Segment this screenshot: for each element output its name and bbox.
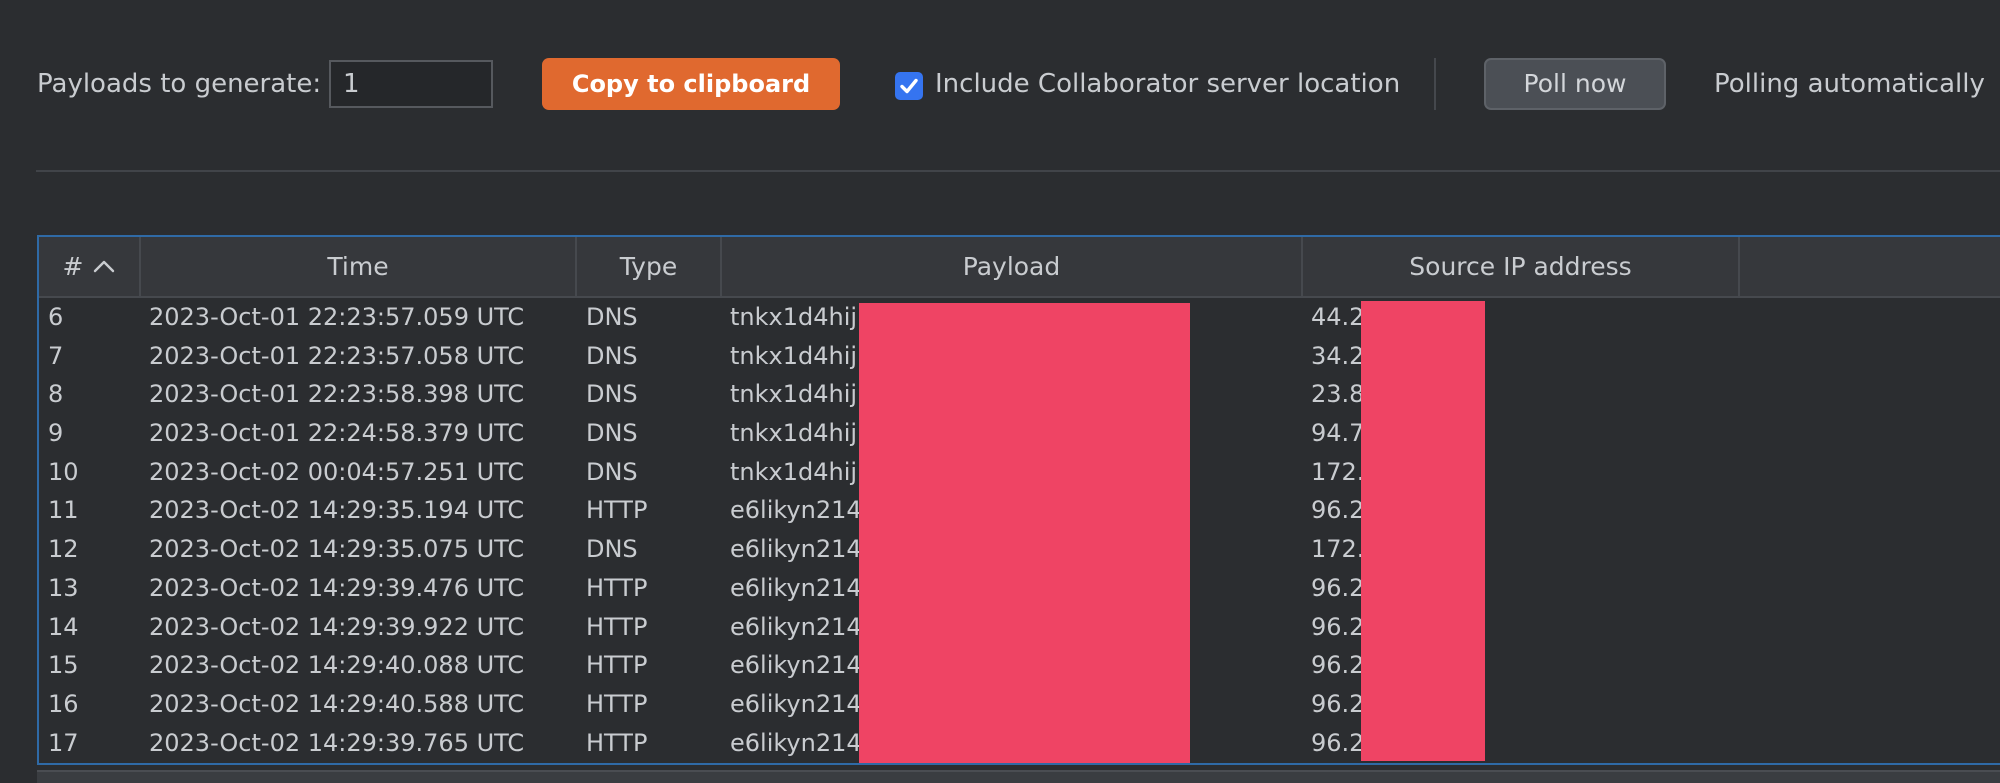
cell-type: HTTP (586, 496, 648, 525)
cell-type: DNS (586, 457, 638, 486)
cell-time: 2023-Oct-02 00:04:57.251 UTC (149, 457, 525, 486)
cell-time: 2023-Oct-01 22:23:57.058 UTC (149, 341, 525, 370)
interactions-table[interactable]: # Time Type Payload Source IP address 6 2… (37, 235, 2000, 765)
cell-time: 2023-Oct-02 14:29:39.765 UTC (149, 728, 525, 757)
cell-type: HTTP (586, 612, 648, 641)
cell-number: 6 (48, 303, 64, 331)
cell-time: 2023-Oct-02 14:29:40.588 UTC (149, 689, 525, 718)
cell-time: 2023-Oct-01 22:23:57.059 UTC (149, 303, 525, 331)
divider (36, 170, 2000, 172)
column-header-extra (1740, 237, 2000, 296)
cell-type: HTTP (586, 573, 648, 602)
cell-time: 2023-Oct-01 22:24:58.379 UTC (149, 419, 525, 448)
column-header-number[interactable]: # (39, 237, 141, 296)
cell-time: 2023-Oct-02 14:29:39.922 UTC (149, 612, 525, 641)
cell-number: 14 (48, 612, 79, 641)
collaborator-panel: Payloads to generate: Copy to clipboard … (0, 0, 2000, 783)
cell-type: DNS (586, 341, 638, 370)
cell-time: 2023-Oct-02 14:29:35.075 UTC (149, 535, 525, 564)
cell-number: 11 (48, 496, 79, 525)
cell-number: 7 (48, 341, 64, 370)
polling-status: Polling automatically (1714, 69, 1985, 99)
column-header-type[interactable]: Type (577, 237, 722, 296)
cell-number: 8 (48, 380, 64, 409)
cell-type: HTTP (586, 651, 648, 680)
cell-number: 9 (48, 419, 64, 448)
column-header-label: Time (327, 252, 389, 281)
cell-number: 12 (48, 535, 79, 564)
horizontal-scrollbar[interactable] (37, 770, 2000, 783)
column-header-label: Payload (962, 252, 1061, 281)
cell-time: 2023-Oct-02 14:29:40.088 UTC (149, 651, 525, 680)
copy-to-clipboard-button[interactable]: Copy to clipboard (542, 58, 840, 110)
poll-now-button[interactable]: Poll now (1484, 58, 1666, 110)
cell-number: 15 (48, 651, 79, 680)
cell-type: DNS (586, 419, 638, 448)
cell-time: 2023-Oct-01 22:23:58.398 UTC (149, 380, 525, 409)
column-header-label: Type (619, 252, 678, 281)
include-location-label[interactable]: Include Collaborator server location (935, 69, 1400, 99)
column-header-label: Source IP address (1409, 252, 1632, 281)
cell-type: DNS (586, 380, 638, 409)
payload-redaction (859, 303, 1190, 763)
toolbar-separator (1434, 58, 1436, 110)
toolbar: Payloads to generate: Copy to clipboard … (0, 0, 2000, 170)
ip-redaction (1361, 301, 1485, 761)
payloads-count-input[interactable] (329, 60, 493, 108)
include-location-checkbox[interactable] (895, 72, 923, 100)
cell-number: 10 (48, 457, 79, 486)
payloads-to-generate-label: Payloads to generate: (37, 69, 322, 99)
column-header-label: # (62, 252, 84, 281)
cell-type: DNS (586, 303, 638, 331)
column-header-payload[interactable]: Payload (722, 237, 1303, 296)
chevron-up-icon (94, 260, 115, 273)
cell-number: 16 (48, 689, 79, 718)
table-header: # Time Type Payload Source IP address (39, 237, 2000, 298)
cell-time: 2023-Oct-02 14:29:39.476 UTC (149, 573, 525, 602)
cell-number: 17 (48, 728, 79, 757)
cell-type: HTTP (586, 728, 648, 757)
cell-number: 13 (48, 573, 79, 602)
checkmark-icon (900, 78, 918, 94)
cell-time: 2023-Oct-02 14:29:35.194 UTC (149, 496, 525, 525)
column-header-time[interactable]: Time (141, 237, 577, 296)
column-header-source-ip[interactable]: Source IP address (1303, 237, 1740, 296)
cell-type: HTTP (586, 689, 648, 718)
cell-type: DNS (586, 535, 638, 564)
